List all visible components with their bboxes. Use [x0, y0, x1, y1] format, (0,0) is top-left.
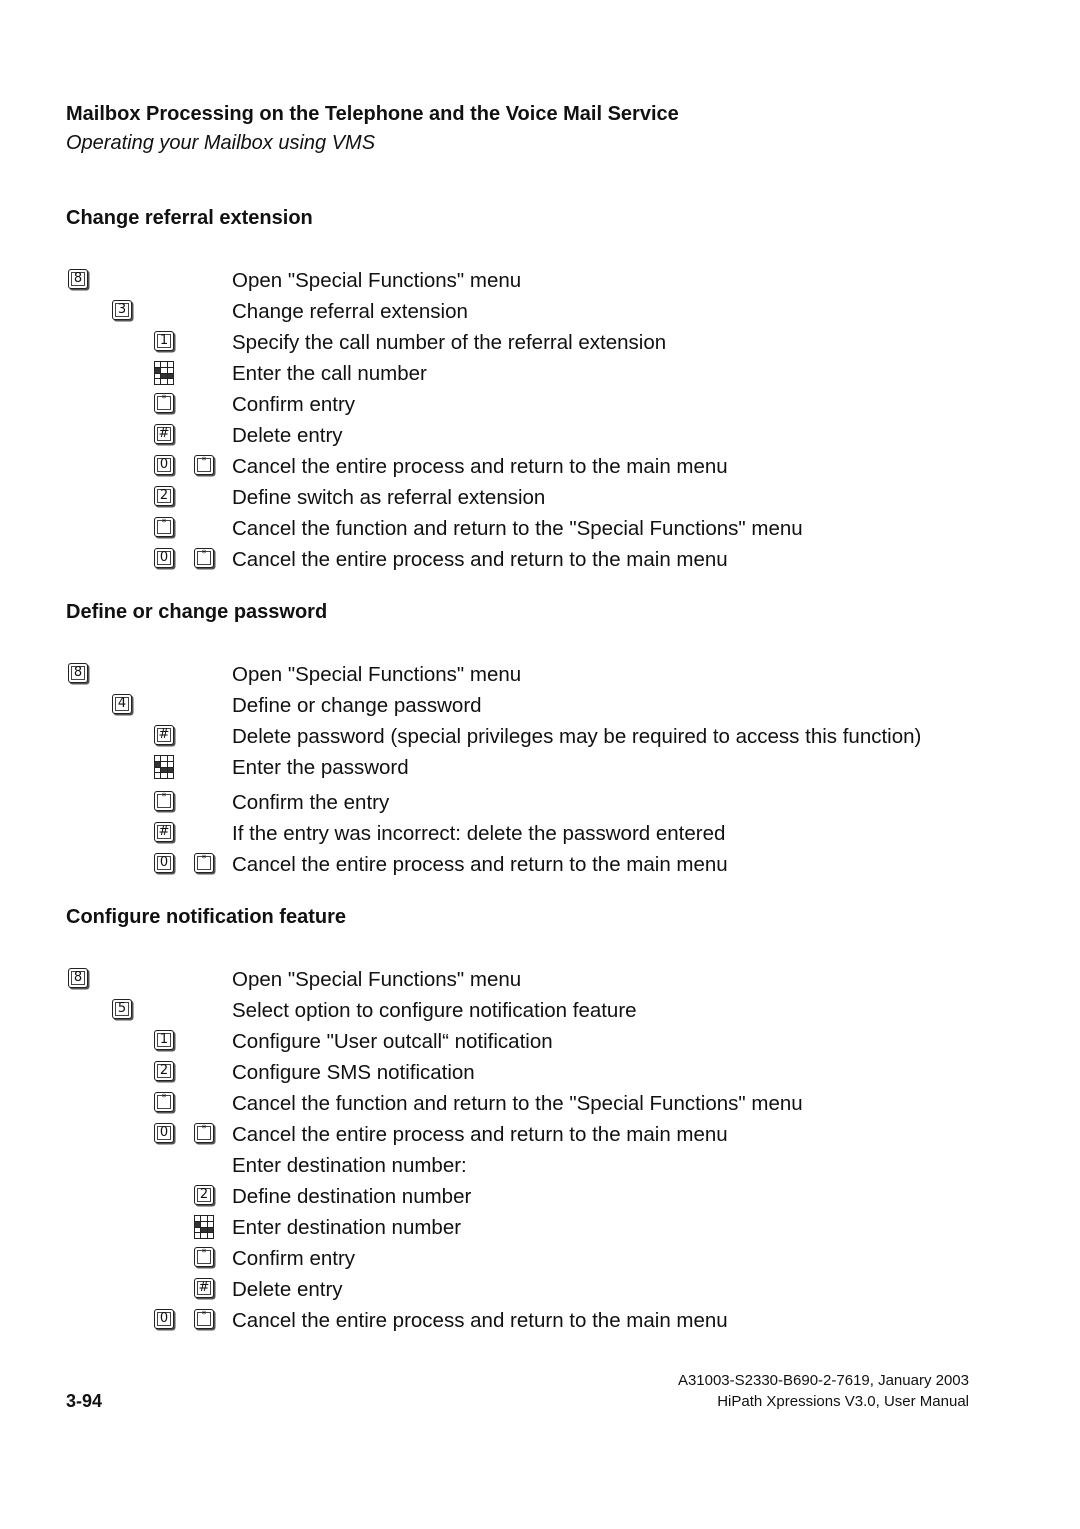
- key-2-icon: 2: [154, 486, 174, 506]
- step-row: 8 Open "Special Functions" menu: [0, 965, 1080, 995]
- key-star-icon: *: [194, 1123, 214, 1143]
- key-star-icon: *: [194, 455, 214, 475]
- step-row: 0 * Cancel the entire process and return t…: [0, 1306, 1080, 1336]
- step-row: 4 Define or change password: [0, 691, 1080, 721]
- key-8-icon: 8: [68, 968, 88, 988]
- step-text: Enter the call number: [232, 362, 427, 385]
- step-row: * Cancel the function and return to the "…: [0, 1089, 1080, 1119]
- step-row: 1 Specify the call number of the referral…: [0, 328, 1080, 358]
- keypad-icon: [194, 1215, 214, 1239]
- step-text: Change referral extension: [232, 300, 468, 323]
- step-text: Cancel the function and return to the "S…: [232, 1092, 803, 1115]
- step-text: Confirm the entry: [232, 791, 390, 814]
- step-row: * Confirm entry: [0, 1244, 1080, 1274]
- step-text: Cancel the function and return to the "S…: [232, 517, 803, 540]
- key-2-icon: 2: [194, 1185, 214, 1205]
- step-text: Define destination number: [232, 1185, 472, 1208]
- key-0-icon: 0: [154, 1123, 174, 1143]
- step-row: 2 Define switch as referral extension: [0, 483, 1080, 513]
- step-text: If the entry was incorrect: delete the p…: [232, 822, 726, 845]
- step-row: 8 Open "Special Functions" menu: [0, 266, 1080, 296]
- key-star-icon: *: [154, 1092, 174, 1112]
- key-4-icon: 4: [112, 694, 132, 714]
- step-row: # Delete password (special privileges may…: [0, 722, 1080, 752]
- key-8-icon: 8: [68, 663, 88, 683]
- step-text: Open "Special Functions" menu: [232, 269, 522, 292]
- step-row: # If the entry was incorrect: delete the …: [0, 819, 1080, 849]
- chapter-title: Mailbox Processing on the Telephone and …: [66, 103, 679, 125]
- step-row: 2 Define destination number: [0, 1182, 1080, 1212]
- key-star-icon: *: [194, 853, 214, 873]
- key-0-icon: 0: [154, 548, 174, 568]
- step-row: 5 Select option to configure notification…: [0, 996, 1080, 1026]
- key-5-icon: 5: [112, 999, 132, 1019]
- key-2-icon: 2: [154, 1061, 174, 1081]
- key-1-icon: 1: [154, 331, 174, 351]
- step-row: 2 Configure SMS notification: [0, 1058, 1080, 1088]
- keypad-icon: [154, 755, 174, 779]
- step-row: Enter destination number: [0, 1213, 1080, 1243]
- step-text: Enter destination number:: [232, 1154, 467, 1177]
- key-star-icon: *: [154, 517, 174, 537]
- key-star-icon: *: [154, 791, 174, 811]
- step-row: * Confirm entry: [0, 390, 1080, 420]
- step-row: 1 Configure "User outcall“ notification: [0, 1027, 1080, 1057]
- key-star-icon: *: [194, 548, 214, 568]
- key-hash-icon: #: [154, 725, 174, 745]
- step-row: Enter the call number: [0, 359, 1080, 389]
- step-row: 0 * Cancel the entire process and return t…: [0, 545, 1080, 575]
- step-text: Cancel the entire process and return to …: [232, 1309, 728, 1332]
- key-3-icon: 3: [112, 300, 132, 320]
- step-row: 0 * Cancel the entire process and return t…: [0, 452, 1080, 482]
- keypad-icon: [154, 361, 174, 385]
- key-1-icon: 1: [154, 1030, 174, 1050]
- step-text: Cancel the entire process and return to …: [232, 1123, 728, 1146]
- section-title-password: Define or change password: [66, 601, 328, 623]
- footer-doc-code: A31003-S2330-B690-2-7619, January 2003: [677, 1372, 969, 1389]
- step-text: Enter the password: [232, 756, 409, 779]
- step-text: Enter destination number: [232, 1216, 462, 1239]
- step-row: # Delete entry: [0, 1275, 1080, 1305]
- section-title-notification: Configure notification feature: [66, 906, 346, 928]
- step-row: 0 * Cancel the entire process and return t…: [0, 850, 1080, 880]
- step-row: Enter the password: [0, 753, 1080, 783]
- step-text: Cancel the entire process and return to …: [232, 548, 728, 571]
- step-text: Confirm entry: [232, 393, 356, 416]
- page-number: 3-94: [66, 1391, 103, 1411]
- step-row: 0 * Cancel the entire process and return t…: [0, 1120, 1080, 1150]
- key-0-icon: 0: [154, 853, 174, 873]
- key-star-icon: *: [194, 1247, 214, 1267]
- step-text: Define or change password: [232, 694, 482, 717]
- key-8-icon: 8: [68, 269, 88, 289]
- key-star-icon: *: [194, 1309, 214, 1329]
- step-text: Select option to configure notification …: [232, 999, 637, 1022]
- step-text: Confirm entry: [232, 1247, 356, 1270]
- step-text: Cancel the entire process and return to …: [232, 853, 728, 876]
- chapter-subtitle: Operating your Mailbox using VMS: [66, 132, 376, 154]
- step-text: Define switch as referral extension: [232, 486, 546, 509]
- key-hash-icon: #: [154, 822, 174, 842]
- step-row: # Delete entry: [0, 421, 1080, 451]
- step-row: 8 Open "Special Functions" menu: [0, 660, 1080, 690]
- key-hash-icon: #: [154, 424, 174, 444]
- step-text: Cancel the entire process and return to …: [232, 455, 728, 478]
- step-text: Open "Special Functions" menu: [232, 663, 522, 686]
- key-hash-icon: #: [194, 1278, 214, 1298]
- footer-manual-title: HiPath Xpressions V3.0, User Manual: [717, 1393, 969, 1410]
- step-text: Configure "User outcall“ notification: [232, 1030, 553, 1053]
- key-0-icon: 0: [154, 455, 174, 475]
- step-text: Specify the call number of the referral …: [232, 331, 667, 354]
- step-text: Delete password (special privileges may …: [232, 725, 922, 748]
- step-row: * Confirm the entry: [0, 788, 1080, 818]
- step-text: Configure SMS notification: [232, 1061, 475, 1084]
- key-0-icon: 0: [154, 1309, 174, 1329]
- key-star-icon: *: [154, 393, 174, 413]
- step-row: * Cancel the function and return to the "…: [0, 514, 1080, 544]
- step-text: Delete entry: [232, 424, 343, 447]
- step-text: Delete entry: [232, 1278, 343, 1301]
- step-text: Open "Special Functions" menu: [232, 968, 522, 991]
- step-row: Enter destination number:: [0, 1151, 1080, 1181]
- step-row: 3 Change referral extension: [0, 297, 1080, 327]
- section-title-referral: Change referral extension: [66, 207, 313, 229]
